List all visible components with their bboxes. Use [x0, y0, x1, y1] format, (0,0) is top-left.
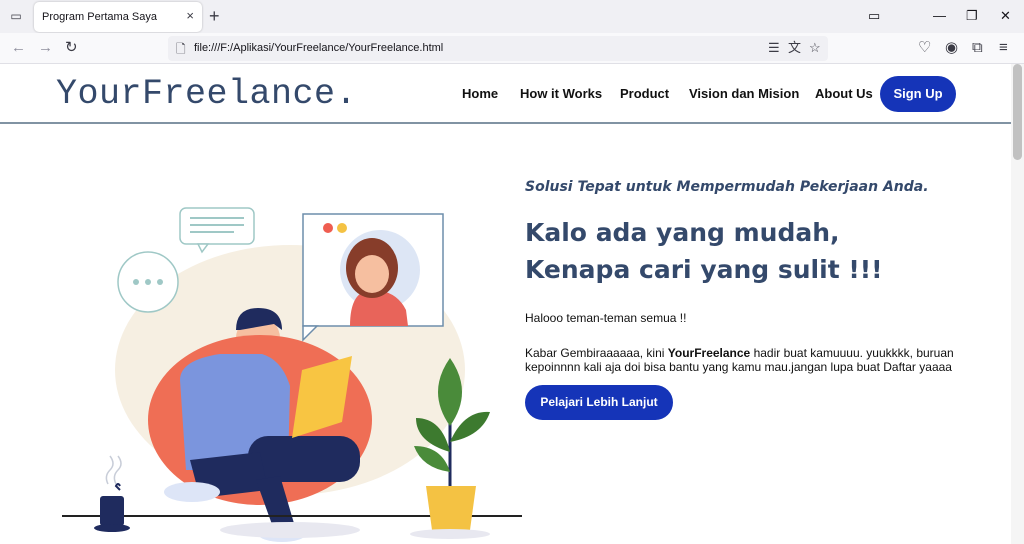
web-page: YourFreelance. Home How it Works Product…	[0, 64, 1011, 544]
page-icon: 🗋	[176, 42, 186, 56]
view-tab-icon[interactable]: ▭	[868, 6, 880, 26]
tab-close-icon[interactable]: ×	[186, 9, 194, 23]
account-icon[interactable]: ◉	[945, 38, 958, 58]
hero-subtitle: Solusi Tepat untuk Mempermudah Pekerjaan…	[525, 179, 929, 195]
hero-title: Kalo ada yang mudah, Kenapa cari yang su…	[525, 218, 883, 284]
site-header: YourFreelance. Home How it Works Product…	[0, 64, 1011, 124]
hero-desc-brand: YourFreelance	[667, 346, 751, 360]
extensions-icon[interactable]: ⧉	[972, 38, 983, 58]
sign-up-button[interactable]: Sign Up	[880, 76, 956, 112]
back-icon[interactable]: ←	[11, 38, 26, 58]
url-text[interactable]: file:///F:/Aplikasi/YourFreelance/YourFr…	[194, 42, 443, 54]
tab-strip: ▭ Program Pertama Saya × + ▭ — ❐ ✕	[0, 0, 1024, 33]
url-bar[interactable]: 🗋 file:///F:/Aplikasi/YourFreelance/Your…	[168, 36, 828, 61]
bookmark-star-icon[interactable]: ☆	[809, 40, 821, 56]
reader-view-icon[interactable]: ☰	[768, 40, 780, 56]
reload-icon[interactable]: ↻	[65, 38, 78, 58]
minimize-icon[interactable]: —	[933, 6, 946, 26]
nav-product[interactable]: Product	[620, 86, 669, 101]
browser-tab[interactable]: Program Pertama Saya ×	[34, 2, 202, 32]
pocket-icon[interactable]: ♡	[918, 38, 931, 58]
tab-title: Program Pertama Saya	[42, 11, 157, 23]
restore-icon[interactable]: ❐	[966, 6, 978, 26]
tab-list-icon[interactable]: ▭	[8, 8, 24, 24]
browser-window: ▭ Program Pertama Saya × + ▭ — ❐ ✕ ← → ↻…	[0, 0, 1024, 544]
nav-about-us[interactable]: About Us	[815, 86, 873, 101]
hero-desc-text-1: Kabar Gembiraaaaaa, kini	[525, 346, 668, 360]
vertical-scrollbar[interactable]	[1011, 64, 1024, 544]
nav-home[interactable]: Home	[462, 86, 498, 101]
hero-illustration	[62, 207, 522, 542]
nav-how-it-works[interactable]: How it Works	[520, 86, 602, 101]
forward-icon[interactable]: →	[38, 38, 53, 58]
hero-greeting: Halooo teman-teman semua !!	[525, 311, 687, 325]
nav-vision-mision[interactable]: Vision dan Mision	[689, 86, 799, 101]
new-tab-icon[interactable]: +	[209, 6, 220, 26]
learn-more-button[interactable]: Pelajari Lebih Lanjut	[525, 385, 673, 420]
hero-description: Kabar Gembiraaaaaa, kini YourFreelance h…	[525, 346, 965, 374]
close-window-icon[interactable]: ✕	[1000, 6, 1011, 26]
scrollbar-thumb[interactable]	[1013, 64, 1022, 160]
site-logo[interactable]: YourFreelance.	[56, 74, 357, 114]
translate-icon[interactable]: 文	[788, 40, 801, 56]
navigation-toolbar: ← → ↻ 🗋 file:///F:/Aplikasi/YourFreelanc…	[0, 33, 1024, 64]
menu-icon[interactable]: ≡	[999, 38, 1008, 58]
